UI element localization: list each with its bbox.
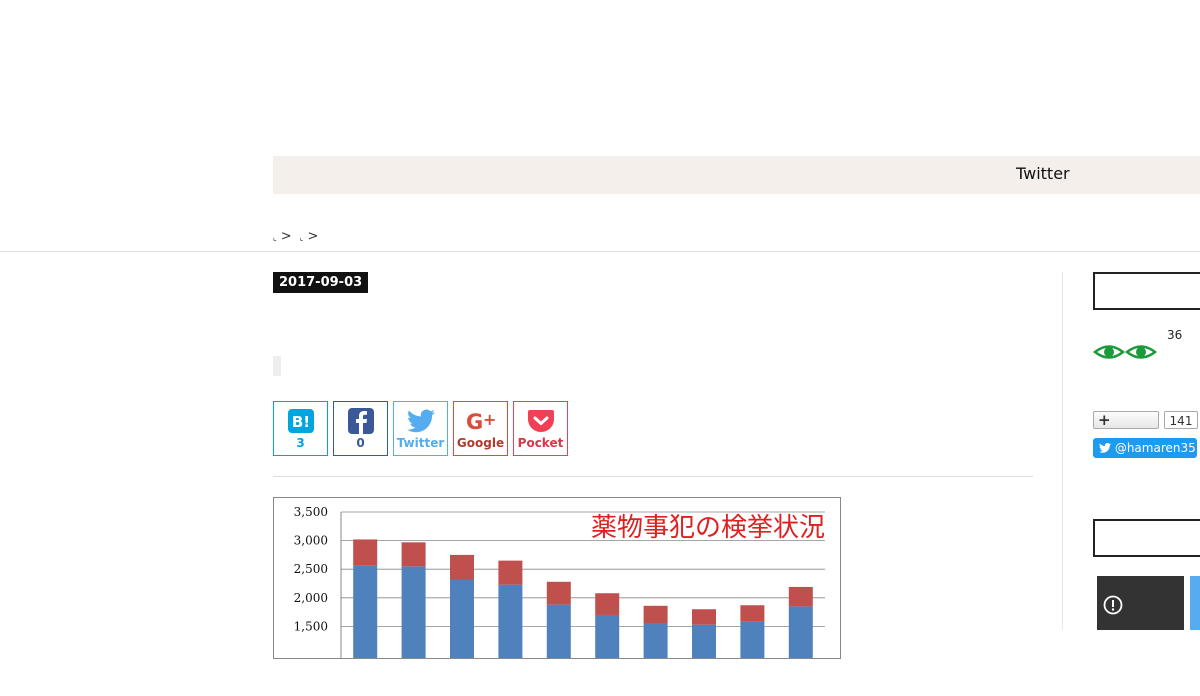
article-date[interactable]: 2017-09-03 bbox=[273, 272, 369, 293]
facebook-share-count: 0 bbox=[356, 436, 365, 450]
chart-yticks: 3,500 3,000 2,500 2,000 1,500 bbox=[294, 505, 328, 633]
chart-bar-upper bbox=[450, 554, 474, 580]
chart-ytick-label: 2,500 bbox=[294, 562, 328, 576]
chart-ytick-label: 2,000 bbox=[294, 591, 328, 605]
chart-bars bbox=[353, 539, 813, 658]
breadcrumb: ⌞ > ⌞ > bbox=[273, 229, 322, 244]
chart-ytick-label: 3,500 bbox=[294, 505, 328, 519]
content-divider bbox=[273, 476, 1033, 477]
chart-bar-upper bbox=[740, 605, 765, 622]
category-tag[interactable] bbox=[273, 356, 281, 376]
hatena-bookmark-icon bbox=[1103, 595, 1123, 615]
chart-ytick-label: 3,000 bbox=[294, 534, 328, 548]
chart-bar-lower bbox=[643, 623, 668, 658]
hatena-label: Hatena bbox=[1103, 656, 1161, 675]
chart-bar-upper bbox=[643, 605, 668, 624]
chart-ytick-label: 1,500 bbox=[294, 619, 328, 633]
eyes-icon bbox=[1092, 345, 1158, 359]
sidebar-eyes bbox=[1092, 340, 1158, 368]
sidebar-search-box[interactable] bbox=[1093, 272, 1200, 310]
chart-bar-lower bbox=[498, 584, 523, 658]
sidebar-box[interactable] bbox=[1093, 519, 1200, 557]
hatena-bookmark-icon: B! bbox=[287, 409, 314, 433]
sidebar-twitter-button[interactable] bbox=[1190, 576, 1200, 630]
twitter-handle: @hamaren35 bbox=[1114, 441, 1196, 455]
chart-bar-upper bbox=[401, 542, 426, 567]
breadcrumb-separator: > bbox=[307, 229, 319, 244]
drug-arrest-chart: 3,500 3,000 2,500 2,000 1,500 薬物事犯の検挙状況 bbox=[273, 497, 841, 659]
chart-bar-lower bbox=[546, 604, 571, 658]
facebook-icon bbox=[347, 408, 374, 434]
hatena-bookmark-count: 3 bbox=[296, 436, 305, 450]
google-plus-share-label: Google bbox=[456, 436, 505, 450]
google-plus-icon: G + bbox=[466, 410, 496, 434]
hatena-bookmark-button[interactable]: B! 3 bbox=[273, 401, 328, 456]
hatena-button[interactable]: Hatena bbox=[1097, 576, 1184, 675]
nav-twitter-link[interactable]: Twitter bbox=[1016, 156, 1070, 194]
chart-bar-lower bbox=[450, 579, 474, 658]
chart-title: 薬物事犯の検挙状況 bbox=[591, 513, 825, 543]
twitter-follow-button[interactable]: @hamaren35 bbox=[1093, 438, 1197, 458]
header-divider bbox=[0, 251, 1200, 252]
pocket-icon bbox=[527, 410, 554, 432]
twitter-share-label: Twitter bbox=[396, 436, 445, 450]
chart-bar-upper bbox=[353, 539, 378, 566]
svg-text:+: + bbox=[483, 410, 496, 429]
facebook-share-button[interactable]: 0 bbox=[333, 401, 388, 456]
global-nav: Twitter bbox=[273, 156, 1200, 194]
breadcrumb-item-home[interactable]: ⌞ bbox=[273, 233, 277, 242]
chart-bar-lower bbox=[740, 621, 765, 658]
sidebar-separator bbox=[1062, 272, 1063, 630]
follower-count: 141 bbox=[1164, 411, 1198, 429]
pocket-share-button[interactable]: Pocket bbox=[513, 401, 568, 456]
google-plus-share-button[interactable]: G + Google bbox=[453, 401, 508, 456]
reader-count: 36 bbox=[1167, 328, 1183, 342]
chart-bar-lower bbox=[401, 566, 426, 658]
chart-bar-lower bbox=[788, 606, 813, 658]
svg-text:B!: B! bbox=[291, 413, 309, 431]
chart-bar-upper bbox=[595, 593, 620, 615]
svg-text:G: G bbox=[466, 410, 483, 434]
twitter-share-button[interactable]: Twitter bbox=[393, 401, 448, 456]
chart-bar-upper bbox=[498, 560, 523, 585]
twitter-bird-icon bbox=[1099, 443, 1111, 453]
breadcrumb-separator: > bbox=[280, 229, 292, 244]
chart-bar-upper bbox=[788, 586, 813, 607]
chart-svg: 3,500 3,000 2,500 2,000 1,500 薬物事犯の検挙状況 bbox=[294, 505, 825, 658]
chart-bar-lower bbox=[595, 614, 620, 658]
twitter-icon bbox=[406, 409, 435, 433]
breadcrumb-item-category[interactable]: ⌞ bbox=[300, 233, 304, 242]
pocket-share-label: Pocket bbox=[517, 436, 564, 450]
chart-bar-lower bbox=[353, 565, 378, 658]
chart-bar-upper bbox=[692, 609, 716, 625]
hatena-follow-button[interactable]: + bbox=[1093, 411, 1159, 429]
chart-bar-upper bbox=[546, 581, 571, 605]
